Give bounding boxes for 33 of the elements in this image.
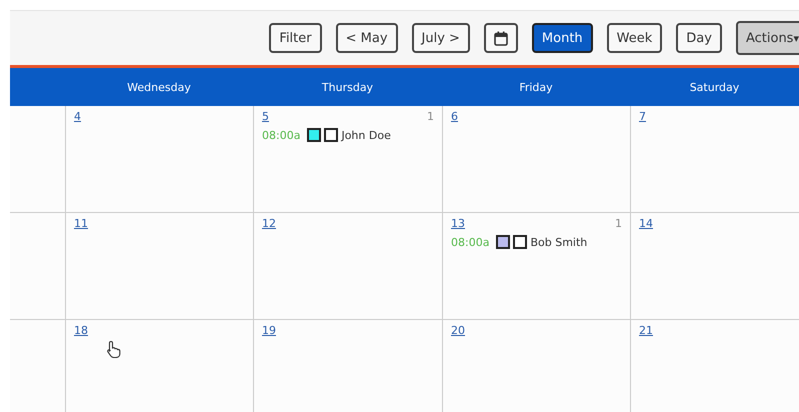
- day-number-link[interactable]: 7: [639, 110, 646, 123]
- toolbar-button[interactable]: Month: [532, 23, 593, 53]
- event-time: 08:00a: [262, 128, 300, 142]
- event-checkbox[interactable]: [324, 128, 338, 142]
- day-number-link[interactable]: 20: [451, 324, 465, 337]
- day-number-link[interactable]: 21: [639, 324, 653, 337]
- toolbar-button[interactable]: < May: [336, 23, 398, 53]
- day-number-link[interactable]: 19: [262, 324, 276, 337]
- event-count: 1: [615, 217, 622, 230]
- event-time: 08:00a: [451, 236, 490, 248]
- event-name[interactable]: Bob Smith: [530, 236, 588, 248]
- day-number-link[interactable]: 4: [74, 110, 81, 123]
- actions-menu-button[interactable]: Actions▾: [736, 21, 799, 55]
- toolbar-button[interactable]: Week: [606, 23, 662, 53]
- toolbar-button[interactable]: Filter: [269, 23, 322, 53]
- event-count: 1: [427, 110, 434, 123]
- toolbar-button[interactable]: July >: [412, 23, 470, 53]
- toolbar-button[interactable]: Day: [676, 23, 722, 53]
- day-number-link[interactable]: 13: [451, 217, 465, 230]
- event-name[interactable]: John Doe: [341, 128, 391, 142]
- calendar-icon: [494, 30, 508, 46]
- day-number-link[interactable]: 12: [262, 217, 276, 230]
- calendar-button[interactable]: [484, 23, 518, 53]
- event-checkbox[interactable]: [513, 235, 528, 249]
- weekday-label: Thursday: [322, 80, 374, 94]
- weekday-label: Friday: [519, 80, 553, 94]
- weekday-label: Wednesday: [127, 80, 191, 94]
- weekday-label: Saturday: [690, 80, 740, 94]
- day-number-link[interactable]: 14: [639, 217, 653, 230]
- day-number-link[interactable]: 11: [74, 217, 88, 230]
- day-number-link[interactable]: 18: [74, 324, 88, 337]
- day-number-link[interactable]: 5: [262, 110, 269, 123]
- day-number-link[interactable]: 6: [451, 110, 458, 123]
